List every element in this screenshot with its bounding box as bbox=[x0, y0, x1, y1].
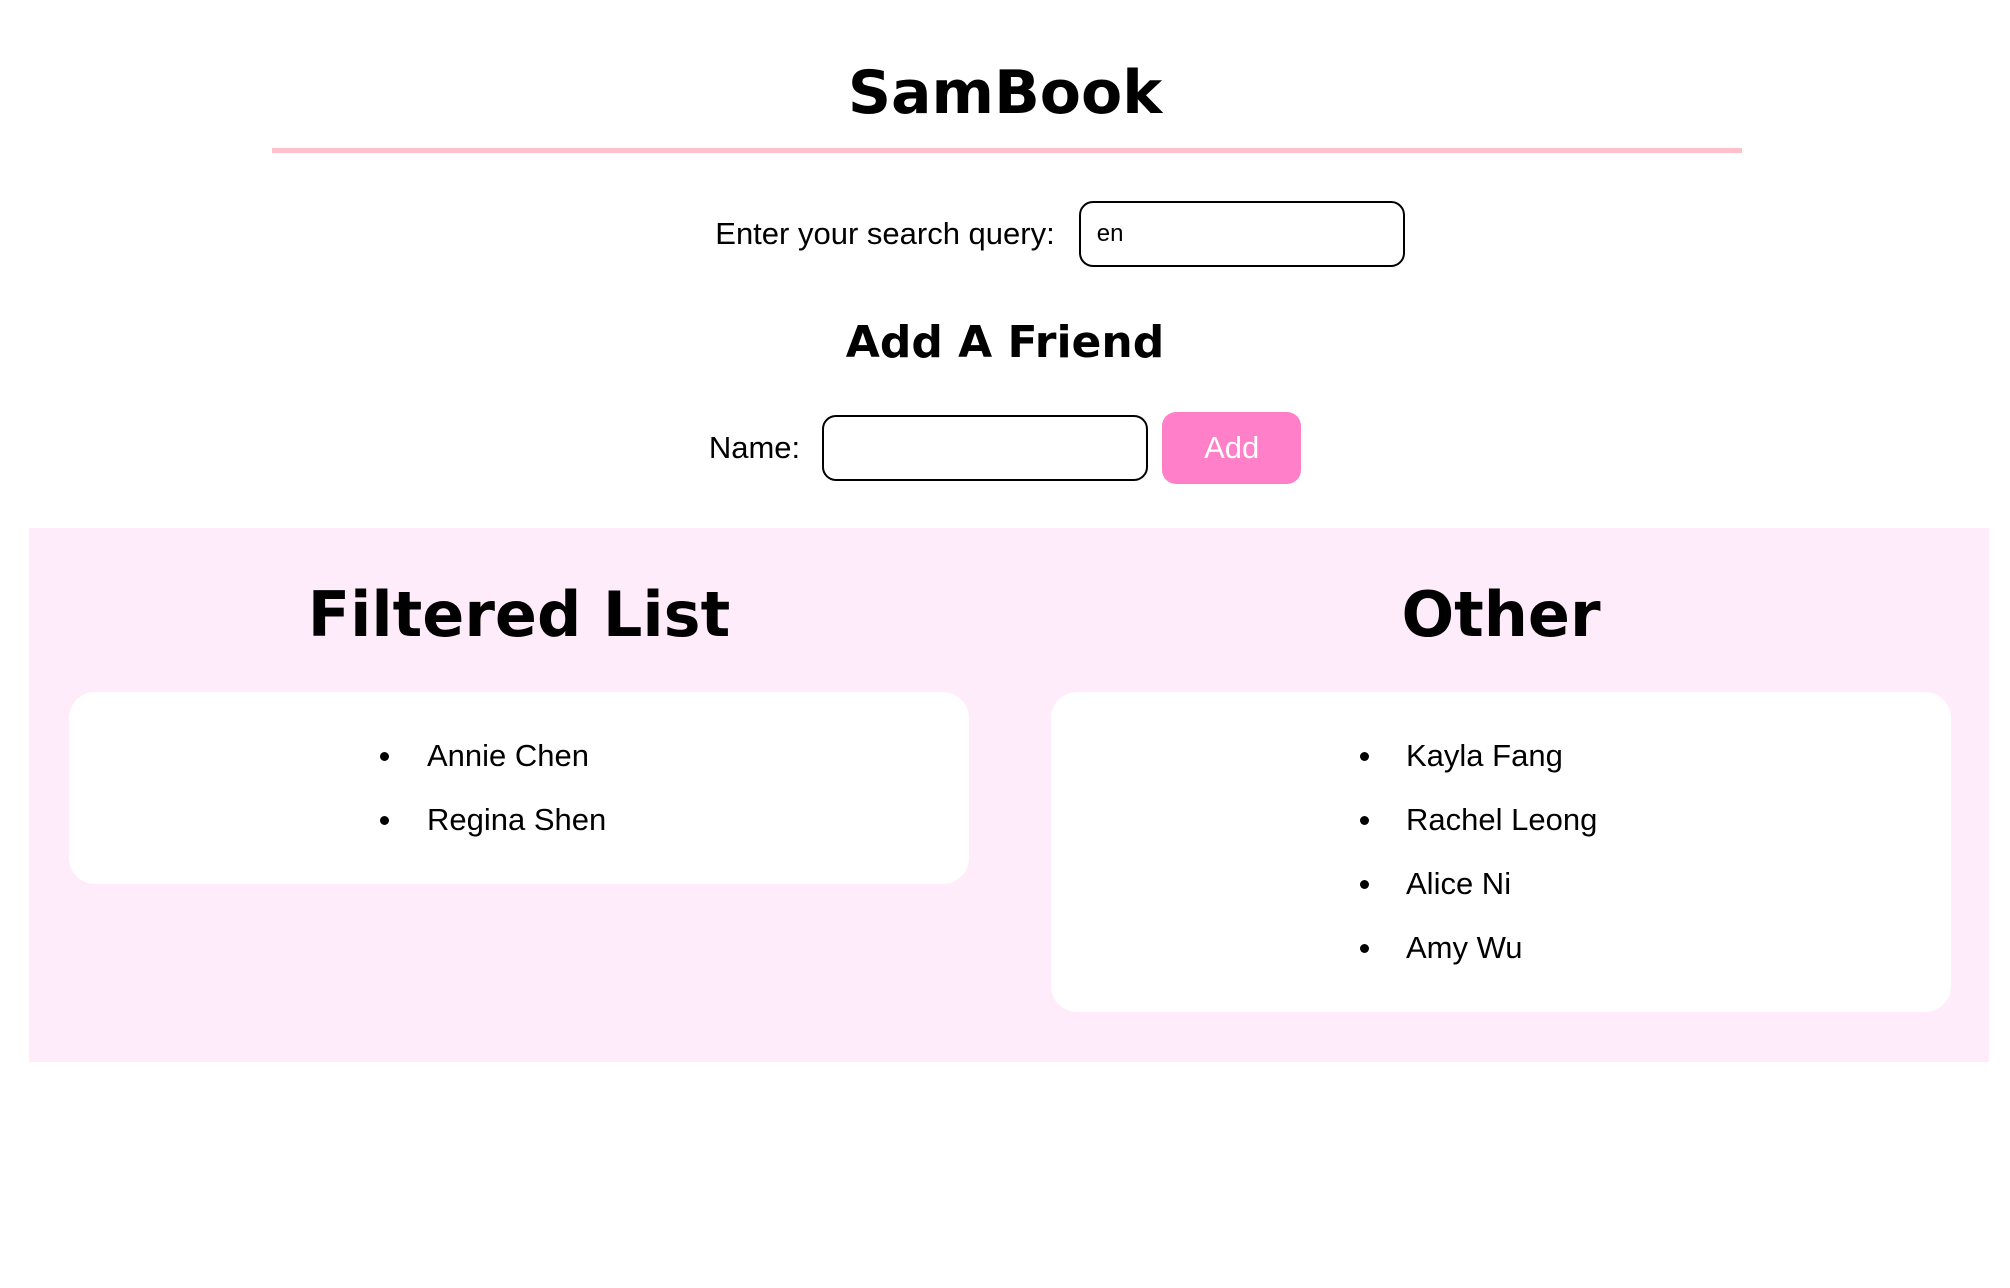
bullet-icon bbox=[1360, 880, 1369, 889]
bullet-icon bbox=[1360, 816, 1369, 825]
app-title: SamBook bbox=[847, 58, 1163, 128]
list-item: Annie Chen bbox=[69, 724, 969, 788]
list-item: Kayla Fang bbox=[1051, 724, 1951, 788]
bullet-icon bbox=[1360, 944, 1369, 953]
bullet-icon bbox=[380, 816, 389, 825]
list-item-label: Annie Chen bbox=[427, 738, 590, 773]
search-label: Enter your search query: bbox=[715, 216, 1055, 251]
bullet-icon bbox=[380, 752, 389, 761]
list-item: Rachel Leong bbox=[1051, 788, 1951, 852]
filtered-list: Annie Chen Regina Shen bbox=[69, 724, 969, 852]
bullet-icon bbox=[1360, 752, 1369, 761]
name-input[interactable] bbox=[822, 415, 1149, 481]
other-list: Kayla Fang Rachel Leong Alice Ni Amy Wu bbox=[1051, 724, 1951, 980]
add-button[interactable]: Add bbox=[1162, 412, 1302, 484]
list-item-label: Kayla Fang bbox=[1406, 738, 1563, 773]
add-friend-row: Name: Add bbox=[0, 412, 2010, 484]
add-friend-heading: Add A Friend bbox=[845, 317, 1165, 368]
filtered-list-heading: Filtered List bbox=[307, 578, 731, 651]
other-list-card: Kayla Fang Rachel Leong Alice Ni Amy Wu bbox=[1051, 692, 1951, 1012]
search-row: Enter your search query: bbox=[0, 201, 2010, 267]
name-label: Name: bbox=[708, 430, 801, 465]
lists-panel: Filtered List Annie Chen Regina Shen Oth… bbox=[29, 528, 1989, 1062]
list-item: Amy Wu bbox=[1051, 916, 1951, 980]
list-item-label: Regina Shen bbox=[427, 802, 607, 837]
list-item: Regina Shen bbox=[69, 788, 969, 852]
other-list-heading: Other bbox=[1401, 578, 1601, 651]
list-item-label: Amy Wu bbox=[1406, 930, 1523, 965]
list-item-label: Rachel Leong bbox=[1406, 802, 1598, 837]
list-item-label: Alice Ni bbox=[1406, 866, 1512, 901]
title-divider bbox=[272, 148, 1742, 153]
search-input[interactable] bbox=[1078, 201, 1405, 267]
list-item: Alice Ni bbox=[1051, 852, 1951, 916]
filtered-list-card: Annie Chen Regina Shen bbox=[69, 692, 969, 884]
